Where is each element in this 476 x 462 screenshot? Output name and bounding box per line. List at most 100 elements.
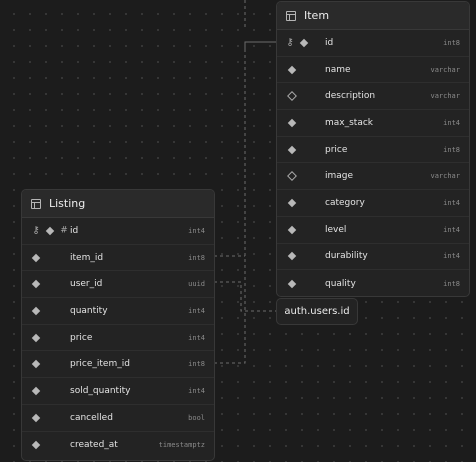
column-type: int8: [188, 360, 205, 369]
column-name: sold_quantity: [70, 385, 131, 396]
column-row[interactable]: durability int4: [277, 244, 469, 271]
column-name: id: [325, 37, 334, 48]
column-name: user_id: [70, 279, 103, 290]
column-row[interactable]: user_id uuid: [22, 271, 214, 299]
column-name: price: [325, 144, 348, 155]
item-table-header[interactable]: Item: [277, 2, 469, 30]
column-icons: [22, 325, 66, 351]
column-row[interactable]: price_item_id int8: [22, 351, 214, 379]
item-table-title: Item: [304, 9, 330, 22]
not-null-diamond-icon: [287, 145, 297, 154]
column-icons: [277, 83, 321, 109]
column-name: level: [325, 224, 347, 235]
item-table[interactable]: Item ⚷ id int8 name varchar description varcha…: [276, 1, 470, 297]
column-icons: [277, 270, 321, 296]
column-type: timestamptz: [158, 440, 205, 449]
column-name: name: [325, 64, 351, 75]
column-name: category: [325, 197, 365, 208]
not-null-diamond-icon: [287, 252, 297, 261]
column-icons: [22, 298, 66, 324]
column-row[interactable]: created_at timestamptz: [22, 432, 214, 459]
column-type: int4: [188, 306, 205, 315]
column-type: int8: [188, 253, 205, 262]
column-name: item_id: [70, 252, 104, 263]
column-name: id: [70, 225, 79, 236]
not-null-diamond-icon: [287, 65, 297, 74]
column-type: int4: [443, 252, 460, 261]
column-icons: [277, 137, 321, 163]
listing-table-header[interactable]: Listing: [22, 190, 214, 218]
column-row[interactable]: cancelled bool: [22, 405, 214, 432]
column-icons: [277, 190, 321, 216]
not-null-diamond-icon: [31, 413, 41, 422]
nullable-diamond-icon: [287, 91, 297, 102]
column-type: int4: [188, 333, 205, 342]
column-type: int4: [443, 198, 460, 207]
column-row[interactable]: ⚷ # id int4: [22, 218, 214, 245]
not-null-diamond-icon: [31, 279, 41, 289]
column-name: price: [70, 332, 93, 343]
column-name: description: [325, 91, 376, 102]
relation-listing-price-item-id: [214, 48, 246, 364]
column-row[interactable]: level int4: [277, 217, 469, 244]
not-null-diamond-icon: [287, 198, 297, 208]
column-type: varchar: [430, 92, 460, 101]
column-icons: [277, 57, 321, 83]
column-row[interactable]: name varchar: [277, 57, 469, 84]
column-row[interactable]: price int8: [277, 137, 469, 164]
not-null-diamond-icon: [31, 333, 41, 342]
column-row[interactable]: item_id int8: [22, 245, 214, 272]
column-type: uuid: [188, 280, 205, 289]
not-null-diamond-icon: [287, 279, 297, 288]
column-icons: [277, 110, 321, 136]
column-type: int4: [443, 118, 460, 127]
column-icons: ⚷: [277, 30, 321, 56]
relation-item-id-line: [244, 41, 276, 50]
item-columns: ⚷ id int8 name varchar description varchar max_…: [277, 30, 469, 296]
column-name: quality: [325, 278, 356, 289]
column-row[interactable]: ⚷ id int8: [277, 30, 469, 57]
column-row[interactable]: max_stack int4: [277, 110, 469, 137]
column-type: int4: [443, 225, 460, 234]
listing-table-title: Listing: [49, 197, 86, 210]
not-null-diamond-icon: [31, 253, 41, 262]
column-name: durability: [325, 251, 368, 262]
column-icons: [22, 405, 66, 431]
auth-users-id-node[interactable]: auth.users.id: [276, 298, 358, 325]
not-null-diamond-icon: [31, 360, 41, 369]
not-null-diamond-icon: [31, 306, 41, 316]
column-icons: ⚷ #: [22, 218, 68, 244]
not-null-diamond-icon: [31, 440, 41, 450]
column-row[interactable]: sold_quantity int4: [22, 378, 214, 405]
listing-table[interactable]: Listing ⚷ # id int4 item_id int8 user_id uuid qu…: [21, 189, 215, 461]
nullable-diamond-icon: [287, 171, 297, 182]
identity-hash-icon: #: [60, 225, 68, 236]
column-icons: [22, 271, 66, 297]
table-icon: [31, 198, 41, 209]
column-row[interactable]: quality int8: [277, 270, 469, 296]
column-type: int8: [443, 38, 460, 47]
column-row[interactable]: image varchar: [277, 163, 469, 191]
key-icon: ⚷: [32, 224, 40, 236]
column-row[interactable]: quantity int4: [22, 298, 214, 325]
column-name: created_at: [70, 439, 118, 450]
column-type: int8: [443, 279, 460, 288]
column-row[interactable]: price int4: [22, 325, 214, 352]
column-icons: [22, 245, 66, 271]
column-icons: [277, 217, 321, 243]
column-name: price_item_id: [70, 359, 130, 370]
column-type: varchar: [430, 172, 460, 181]
column-name: image: [325, 171, 354, 182]
key-icon: ⚷: [286, 36, 294, 48]
not-null-diamond-icon: [45, 226, 55, 236]
column-row[interactable]: description varchar: [277, 83, 469, 111]
column-name: quantity: [70, 305, 108, 316]
column-type: int4: [188, 386, 205, 395]
column-icons: [22, 432, 66, 459]
table-icon: [286, 10, 296, 21]
column-type: int8: [443, 145, 460, 154]
not-null-diamond-icon: [287, 225, 297, 234]
column-name: cancelled: [70, 412, 113, 423]
column-type: bool: [188, 413, 205, 422]
column-row[interactable]: category int4: [277, 190, 469, 217]
